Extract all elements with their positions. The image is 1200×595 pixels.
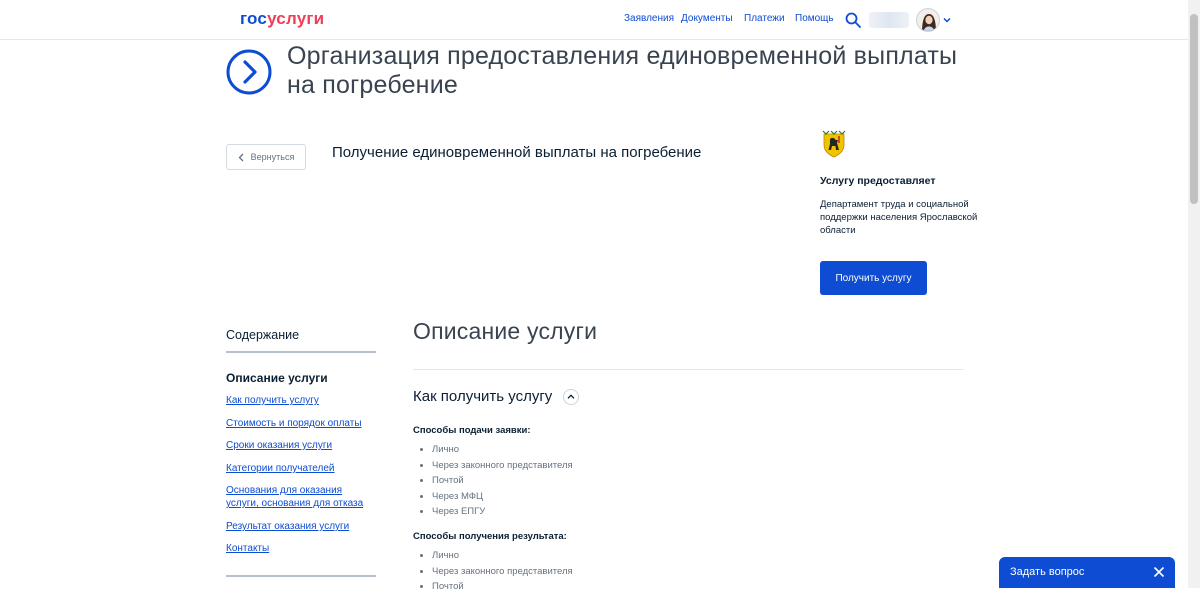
section-divider: [413, 369, 964, 370]
provider-label: Услугу предоставляет: [820, 175, 936, 187]
accordion-title[interactable]: Как получить услугу: [413, 388, 552, 405]
result-methods-label: Способы получения результата:: [413, 531, 567, 542]
toc-link-how-to-get[interactable]: Как получить услугу: [226, 394, 376, 407]
circle-arrow-icon: [226, 49, 272, 95]
get-service-button[interactable]: Получить услугу: [820, 261, 927, 295]
ask-question-label: Задать вопрос: [1010, 566, 1085, 578]
top-header: госуслуги Заявления Документы Платежи По…: [0, 0, 1188, 40]
scrollbar-thumb[interactable]: [1190, 14, 1198, 204]
section-title: Описание услуги: [413, 318, 598, 344]
list-item: Через ЕПГУ: [432, 504, 573, 520]
toc-divider: [226, 351, 376, 353]
list-item: Через законного представителя: [432, 564, 573, 580]
search-icon[interactable]: [845, 12, 861, 28]
toc-link-result[interactable]: Результат оказания услуги: [226, 520, 376, 533]
scrollbar[interactable]: [1188, 0, 1200, 588]
accordion-toggle[interactable]: [563, 389, 579, 405]
nav-help[interactable]: Помощь: [795, 13, 834, 24]
toc-bottom-divider: [226, 575, 376, 577]
avatar-person-icon: [922, 14, 936, 31]
list-item: Лично: [432, 442, 573, 458]
toc-link-contacts[interactable]: Контакты: [226, 542, 376, 555]
submit-methods-list: Лично Через законного представителя Почт…: [419, 442, 573, 520]
toc-link-grounds[interactable]: Основания для оказания услуги, основания…: [226, 484, 376, 510]
back-button[interactable]: Вернуться: [226, 144, 306, 170]
list-item: Лично: [432, 548, 573, 564]
toc-link-terms[interactable]: Сроки оказания услуги: [226, 439, 376, 452]
list-item: Через МФЦ: [432, 489, 573, 505]
nav-applications[interactable]: Заявления: [624, 13, 674, 24]
nav-documents[interactable]: Документы: [681, 13, 733, 24]
chevron-left-icon: [238, 153, 244, 161]
toc-current-item: Описание услуги: [226, 371, 328, 385]
gosuslugi-logo[interactable]: госуслуги: [240, 9, 324, 29]
user-name-blurred[interactable]: [869, 12, 909, 28]
chevron-up-icon: [567, 394, 575, 399]
ask-question-widget[interactable]: Задать вопрос: [999, 557, 1175, 588]
yaroslavl-coat-of-arms-icon: [822, 130, 846, 158]
toc-link-categories[interactable]: Категории получателей: [226, 462, 376, 475]
list-item: Через законного представителя: [432, 458, 573, 474]
toc-link-cost[interactable]: Стоимость и порядок оплаты: [226, 417, 376, 430]
list-item: Почтой: [432, 473, 573, 489]
provider-name: Департамент труда и социальной поддержки…: [820, 199, 978, 236]
close-icon[interactable]: [1153, 566, 1165, 578]
back-button-label: Вернуться: [250, 152, 295, 162]
nav-payments[interactable]: Платежи: [744, 13, 785, 24]
service-subtitle: Получение единовременной выплаты на погр…: [332, 144, 702, 161]
submit-methods-label: Способы подачи заявки:: [413, 425, 531, 436]
list-item: Почтой: [432, 579, 573, 595]
avatar[interactable]: [916, 8, 940, 32]
chevron-down-icon[interactable]: [942, 15, 952, 25]
page-title: Организация предоставления единовременно…: [287, 42, 958, 99]
toc-title: Содержание: [226, 328, 300, 342]
